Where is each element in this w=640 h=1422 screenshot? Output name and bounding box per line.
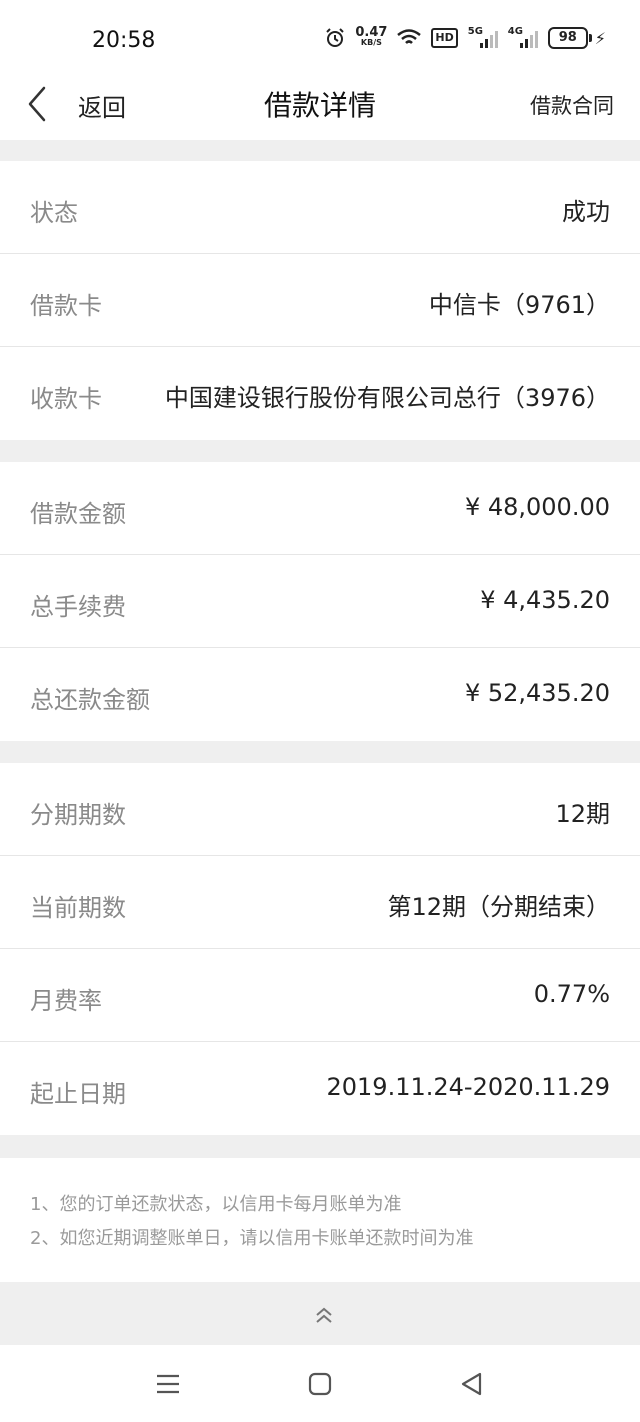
note-line: 2、如您近期调整账单日，请以信用卡账单还款时间为准 xyxy=(30,1228,474,1249)
row-value: 中信卡（9761） xyxy=(428,291,610,319)
row-label: 起止日期 xyxy=(30,1080,126,1108)
row-value: 0.77% xyxy=(533,980,610,1008)
detail-row-loan-amount: 借款金额 ¥ 48,000.00 xyxy=(0,462,640,555)
note-line: 1、您的订单还款状态，以信用卡每月账单为准 xyxy=(30,1194,402,1215)
system-nav-bar xyxy=(0,1345,640,1422)
alarm-icon xyxy=(326,28,345,47)
detail-row-total-repayment: 总还款金额 ¥ 52,435.20 xyxy=(0,648,640,741)
detail-row-total-fee: 总手续费 ¥ 4,435.20 xyxy=(0,555,640,648)
row-value: 中国建设银行股份有限公司总行（3976） xyxy=(164,384,610,412)
home-icon[interactable] xyxy=(306,1371,334,1397)
detail-row-installments: 分期期数 12期 xyxy=(0,763,640,856)
battery-icon: 98 ⚡ xyxy=(547,27,606,49)
amount-group: 借款金额 ¥ 48,000.00 总手续费 ¥ 4,435.20 总还款金额 ¥… xyxy=(0,462,640,741)
row-value: ¥ 4,435.20 xyxy=(480,586,610,614)
detail-row-current-period: 当前期数 第12期（分期结束） xyxy=(0,856,640,949)
notes-section: 1、您的订单还款状态，以信用卡每月账单为准 2、如您近期调整账单日，请以信用卡账… xyxy=(0,1158,640,1282)
row-label: 状态 xyxy=(30,199,78,227)
detail-row-date-range: 起止日期 2019.11.24-2020.11.29 xyxy=(0,1042,640,1135)
row-value: ¥ 48,000.00 xyxy=(464,493,610,521)
row-value: ¥ 52,435.20 xyxy=(464,679,610,707)
back-button[interactable]: 返回 xyxy=(78,88,126,123)
signal-icon: 5G xyxy=(468,26,498,48)
row-label: 总还款金额 xyxy=(30,686,150,714)
row-value: 第12期（分期结束） xyxy=(387,893,610,921)
detail-row-receiving-card: 收款卡 中国建设银行股份有限公司总行（3976） xyxy=(0,347,640,440)
net-speed: 0.47 KB/S xyxy=(355,25,388,47)
back-chevron-icon[interactable] xyxy=(22,86,58,122)
detail-row-status: 状态 成功 xyxy=(0,161,640,254)
charging-icon: ⚡ xyxy=(594,28,606,48)
row-label: 分期期数 xyxy=(30,801,126,829)
row-label: 借款金额 xyxy=(30,500,126,528)
detail-row-monthly-rate: 月费率 0.77% xyxy=(0,949,640,1042)
installment-group: 分期期数 12期 当前期数 第12期（分期结束） 月费率 0.77% 起止日期 … xyxy=(0,763,640,1135)
row-value: 成功 xyxy=(562,198,610,226)
status-time: 20:58 xyxy=(92,28,156,53)
wifi-icon xyxy=(397,29,422,44)
card-info-group: 状态 成功 借款卡 中信卡（9761） 收款卡 中国建设银行股份有限公司总行（3… xyxy=(0,161,640,440)
row-label: 收款卡 xyxy=(30,385,102,413)
nav-bar: 返回 借款详情 借款合同 xyxy=(0,80,640,140)
signal-icon-2: 4G xyxy=(508,26,538,48)
status-icons: 0.47 KB/S HD 5G 4G 98 ⚡ xyxy=(325,25,606,49)
menu-icon[interactable] xyxy=(154,1371,182,1397)
double-chevron-up-icon[interactable] xyxy=(312,1305,336,1327)
row-value: 2019.11.24-2020.11.29 xyxy=(326,1073,611,1101)
hd-badge: HD xyxy=(431,28,458,48)
row-label: 总手续费 xyxy=(30,593,126,621)
row-label: 当前期数 xyxy=(30,894,126,922)
row-label: 借款卡 xyxy=(30,292,102,320)
row-label: 月费率 xyxy=(30,987,102,1015)
loan-contract-link[interactable]: 借款合同 xyxy=(530,90,614,120)
row-value: 12期 xyxy=(555,800,610,828)
status-bar: 20:58 0.47 KB/S HD 5G 4G 98 ⚡ xyxy=(0,0,640,80)
back-triangle-icon[interactable] xyxy=(458,1371,486,1397)
detail-row-loan-card: 借款卡 中信卡（9761） xyxy=(0,254,640,347)
